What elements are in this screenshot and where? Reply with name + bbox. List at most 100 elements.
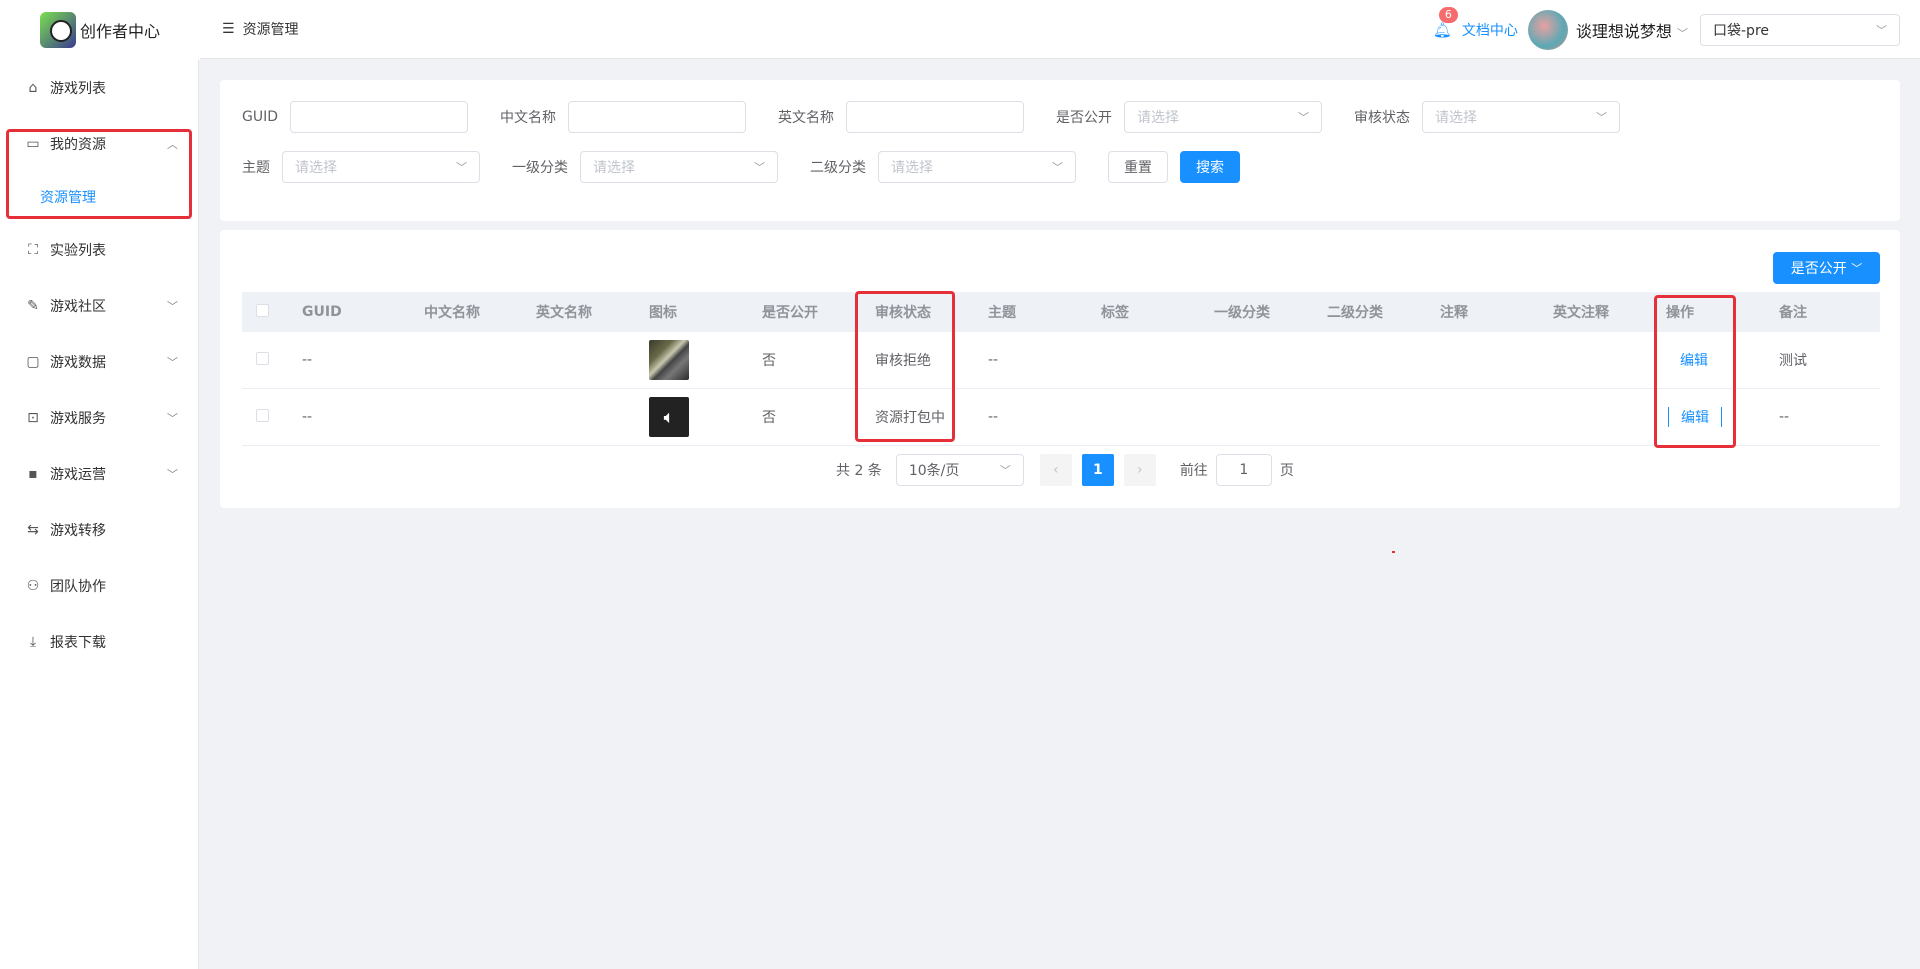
review-label: 审核状态 xyxy=(1354,110,1411,126)
cell-review-status: 审核拒绝 xyxy=(875,353,931,369)
sidebar-item-label: 团队协作 xyxy=(50,579,106,595)
breadcrumb: ☰ 资源管理 xyxy=(222,19,299,39)
public-label: 是否公开 xyxy=(1056,110,1113,126)
cell-theme: -- xyxy=(988,352,999,368)
col-action: 操作 xyxy=(1666,305,1694,321)
app-title: 创作者中心 xyxy=(80,22,161,41)
chevron-down-icon: ﹀ xyxy=(167,356,178,369)
home-icon: ⌂ xyxy=(28,80,38,96)
speaker-icon: 🔈︎ xyxy=(663,406,675,428)
sidebar-item-game-services[interactable]: ⊡ 游戏服务 ﹀ xyxy=(0,390,198,446)
col-public: 是否公开 xyxy=(762,305,818,321)
sidebar-item-label: 报表下载 xyxy=(50,635,106,651)
en-name-label: 英文名称 xyxy=(778,110,835,126)
menu-toggle-icon[interactable]: ☰ xyxy=(222,21,235,37)
logo-area[interactable]: 创作者中心 xyxy=(0,0,200,60)
sidebar-item-transfer[interactable]: ⇆ 游戏转移 xyxy=(0,502,198,558)
sidebar-item-game-data[interactable]: ▢ 游戏数据 ﹀ xyxy=(0,334,198,390)
chevron-down-icon: ﹀ xyxy=(1677,26,1688,40)
review-select-placeholder: 请选择 xyxy=(1435,110,1478,126)
sidebar-item-label: 实验列表 xyxy=(50,243,106,259)
pagination-total: 共 2 条 xyxy=(836,463,882,479)
sidebar-subitem-resource-management[interactable]: 资源管理 xyxy=(0,172,198,222)
public-filter-dropdown[interactable]: 是否公开 ﹀ xyxy=(1773,252,1880,284)
public-select-placeholder: 请选择 xyxy=(1137,110,1180,126)
col-note: 注释 xyxy=(1440,305,1468,321)
row-checkbox[interactable] xyxy=(256,408,269,422)
sidebar-item-operations[interactable]: ▪ 游戏运营 ﹀ xyxy=(0,446,198,502)
avatar[interactable] xyxy=(1527,9,1568,50)
col-theme: 主题 xyxy=(988,305,1016,321)
cat2-select[interactable]: 请选择 ﹀ xyxy=(878,151,1076,183)
project-select[interactable]: 口袋-pre ﹀ xyxy=(1700,13,1900,46)
guid-label: GUID xyxy=(242,109,279,125)
cn-name-input[interactable] xyxy=(568,101,747,133)
bell-icon[interactable]: 🔔︎ 6 xyxy=(1433,6,1458,39)
page-size-value: 10条/页 xyxy=(908,463,960,479)
en-name-input[interactable] xyxy=(846,101,1025,133)
public-select[interactable]: 请选择 ﹀ xyxy=(1124,101,1323,133)
table-row: -- 🔈︎ 否 资源打包中 -- 编辑 -- xyxy=(242,389,1880,446)
select-all-checkbox[interactable] xyxy=(256,303,269,317)
theme-select-placeholder: 请选择 xyxy=(295,160,337,176)
chevron-down-icon: ﹀ xyxy=(1876,23,1887,37)
cell-remark: -- xyxy=(1779,409,1790,425)
sidebar-item-my-resources[interactable]: ▭ 我的资源 ︿ xyxy=(0,116,198,172)
page-suffix: 页 xyxy=(1279,463,1294,479)
theme-select[interactable]: 请选择 ﹀ xyxy=(282,151,480,183)
chevron-down-icon: ﹀ xyxy=(1851,262,1863,275)
download-icon: ⤓ xyxy=(29,634,37,650)
cn-name-label: 中文名称 xyxy=(500,110,557,126)
search-button[interactable]: 搜索 xyxy=(1180,151,1240,183)
reset-button[interactable]: 重置 xyxy=(1108,151,1168,183)
goto-page-input[interactable]: 1 xyxy=(1215,454,1272,486)
service-icon: ⊡ xyxy=(27,410,39,426)
review-status-select[interactable]: 请选择 ﹀ xyxy=(1422,101,1621,133)
sidebar-item-team[interactable]: ⚇ 团队协作 xyxy=(0,558,198,614)
prev-page-button[interactable]: ‹ xyxy=(1039,454,1072,486)
notification-badge: 6 xyxy=(1438,6,1458,23)
col-icon: 图标 xyxy=(649,305,677,321)
sidebar-item-label: 游戏转移 xyxy=(50,523,106,539)
next-page-button[interactable]: › xyxy=(1123,454,1156,486)
doc-center-link[interactable]: 文档中心 xyxy=(1462,20,1518,40)
sidebar-item-reports[interactable]: ⤓ 报表下载 xyxy=(0,614,198,670)
chart-icon: ▢ xyxy=(26,354,40,370)
col-guid: GUID xyxy=(302,304,342,320)
row-checkbox[interactable] xyxy=(256,351,269,365)
page-size-select[interactable]: 10条/页 ﹀ xyxy=(895,454,1024,486)
cat1-select[interactable]: 请选择 ﹀ xyxy=(580,151,778,183)
sidebar-item-game-list[interactable]: ⌂ 游戏列表 xyxy=(0,60,198,116)
theme-label: 主题 xyxy=(242,160,270,176)
sidebar: ⌂ 游戏列表 ▭ 我的资源 ︿ 资源管理 ⛶ 实验列表 ✎ 游戏社区 ﹀ ▢ 游… xyxy=(0,60,199,969)
cell-public: 否 xyxy=(762,410,776,426)
edit-button[interactable]: 编辑 xyxy=(1668,407,1722,427)
chevron-down-icon: ﹀ xyxy=(1596,111,1608,124)
stray-mark xyxy=(1392,551,1395,553)
audio-thumbnail[interactable]: 🔈︎ xyxy=(649,397,689,437)
chevron-down-icon: ﹀ xyxy=(754,161,765,174)
edit-button[interactable]: 编辑 xyxy=(1680,353,1708,369)
chevron-down-icon: ﹀ xyxy=(456,161,467,174)
page-number-current[interactable]: 1 xyxy=(1081,454,1114,486)
breadcrumb-current: 资源管理 xyxy=(242,22,299,38)
experiment-icon: ⛶ xyxy=(28,242,38,258)
resource-table: GUID 中文名称 英文名称 图标 是否公开 审核状态 主题 标签 一级分类 二… xyxy=(242,292,1880,446)
app-logo xyxy=(40,12,76,48)
col-remark: 备注 xyxy=(1779,305,1807,321)
col-tags: 标签 xyxy=(1101,305,1129,321)
folder-icon: ▭ xyxy=(26,136,40,152)
col-cn-name: 中文名称 xyxy=(424,305,480,321)
guid-input[interactable] xyxy=(290,101,469,133)
cat2-label: 二级分类 xyxy=(810,160,866,176)
chevron-up-icon: ︿ xyxy=(167,138,178,151)
sidebar-item-community[interactable]: ✎ 游戏社区 ﹀ xyxy=(0,278,198,334)
top-bar: ☰ 资源管理 🔔︎ 6 文档中心 谈理想说梦想 ﹀ 口袋-pre ﹀ xyxy=(200,0,1920,59)
message-icon: ▪ xyxy=(28,466,38,482)
image-thumbnail[interactable] xyxy=(649,340,689,380)
pagination: 共 2 条 10条/页 ﹀ ‹ 1 › 前往 1 页 xyxy=(836,454,1294,486)
cell-guid: -- xyxy=(302,352,313,368)
user-menu[interactable]: 谈理想说梦想 ﹀ xyxy=(1576,18,1688,42)
chevron-down-icon: ﹀ xyxy=(167,300,178,313)
sidebar-item-experiments[interactable]: ⛶ 实验列表 xyxy=(0,222,198,278)
